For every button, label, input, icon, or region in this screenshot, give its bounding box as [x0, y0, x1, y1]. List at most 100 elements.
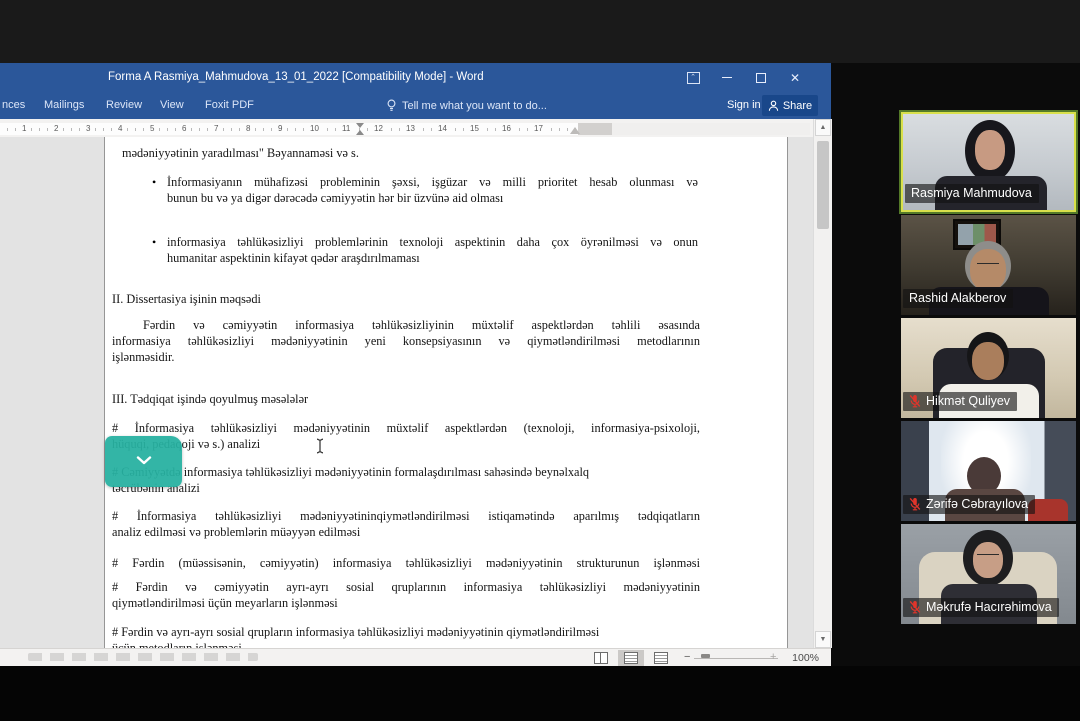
- participant-tile[interactable]: Məkrufə Hacırəhimova: [901, 524, 1076, 624]
- scroll-up-button[interactable]: ▲: [815, 119, 831, 136]
- print-layout-button[interactable]: [618, 650, 644, 666]
- doc-line: humanitar aspektinin kifayət qədər araşd…: [167, 251, 420, 266]
- share-label: Share: [783, 100, 812, 112]
- ruler-number: 11: [340, 124, 352, 134]
- bottom-black-strip: [0, 666, 1080, 721]
- text-cursor: [315, 438, 325, 454]
- read-mode-icon: [594, 652, 608, 664]
- participant-name: Hikmət Quliyev: [926, 394, 1010, 408]
- participant-tile[interactable]: Hikmət Quliyev: [901, 318, 1076, 418]
- tab-review[interactable]: Review: [106, 99, 142, 111]
- ruler-number: 12: [372, 124, 385, 134]
- bullet-glyph: •: [152, 175, 156, 190]
- participant-tile[interactable]: Rashid Alakberov: [901, 215, 1076, 315]
- title-bar: Forma A Rasmiya_Mahmudova_13_01_2022 [Co…: [0, 63, 831, 92]
- tab-view[interactable]: View: [160, 99, 184, 111]
- tab-references-partial[interactable]: nces: [2, 99, 25, 111]
- indent-marker-icon[interactable]: [356, 123, 364, 128]
- annotation-popup[interactable]: [105, 436, 182, 487]
- right-indent-marker-icon[interactable]: [570, 127, 580, 134]
- scrollbar-thumb[interactable]: [817, 141, 829, 229]
- minimize-button[interactable]: [710, 63, 744, 92]
- print-layout-icon: [624, 652, 638, 664]
- doc-line: # Fərdin və ayrı-ayrı sosial qrupların i…: [112, 625, 599, 640]
- ribbon-display-options-button[interactable]: ⌃: [676, 63, 710, 92]
- doc-line: # Cəmiyyətdə informasiya təhlükəsizliyi …: [112, 465, 589, 480]
- scroll-down-icon: ▼: [820, 636, 827, 643]
- participant-face: [973, 542, 1003, 578]
- participant-name-label: Məkrufə Hacırəhimova: [903, 598, 1059, 617]
- participant-face: [970, 249, 1006, 291]
- doc-line: Fərdin və cəmiyyətin informasiya təhlükə…: [143, 318, 700, 333]
- web-layout-button[interactable]: [648, 650, 674, 666]
- scroll-up-icon: ▲: [820, 124, 827, 131]
- glasses: [977, 554, 999, 559]
- ruler-number: 6: [180, 124, 188, 134]
- close-button[interactable]: ✕: [778, 63, 812, 92]
- ruler-number: 15: [468, 124, 481, 134]
- sign-in-button[interactable]: Sign in: [727, 99, 761, 111]
- status-bar: − + 100%: [0, 648, 831, 666]
- screen: Forma A Rasmiya_Mahmudova_13_01_2022 [Co…: [0, 0, 1080, 721]
- share-button[interactable]: Share: [762, 95, 818, 116]
- minimize-icon: [722, 77, 732, 78]
- doc-line: analiz edilməsi və problemlərin müəyyən …: [112, 525, 360, 540]
- participant-name: Zərifə Cəbrayılova: [926, 497, 1028, 511]
- restore-icon: [756, 73, 766, 83]
- zoom-in-button[interactable]: +: [770, 651, 776, 664]
- ruler-margin-zone: [578, 123, 612, 135]
- ribbon-tab-row: nces Mailings Review View Foxit PDF Tell…: [0, 92, 831, 119]
- scroll-down-button[interactable]: ▼: [815, 631, 831, 648]
- participant-face: [972, 342, 1004, 380]
- doc-line: # İnformasiya təhlükəsizliyi mədəniyyəti…: [112, 421, 700, 436]
- tab-foxit-pdf[interactable]: Foxit PDF: [205, 99, 254, 111]
- doc-line: informasiya təhlükəsizliyi problemlərini…: [167, 235, 698, 250]
- ruler-tail: [612, 123, 810, 135]
- top-black-strip: [0, 0, 1080, 63]
- ruler-number: 14: [436, 124, 449, 134]
- zoom-level[interactable]: 100%: [792, 652, 819, 664]
- participant-name-label: Hikmət Quliyev: [903, 392, 1017, 411]
- muted-mic-icon: [909, 497, 921, 511]
- doc-line: işlənməsidir.: [112, 350, 175, 365]
- ruler-number: 9: [276, 124, 284, 134]
- vertical-scrollbar[interactable]: ▲ ▼: [813, 119, 832, 648]
- close-icon: ✕: [790, 71, 800, 85]
- zoom-slider-thumb[interactable]: [701, 654, 710, 658]
- read-mode-button[interactable]: [588, 650, 614, 666]
- ruler-number: 3: [84, 124, 92, 134]
- doc-line: mədəniyyətinin yaradılması" Bəyannaməsi …: [122, 146, 359, 161]
- doc-line: # Fərdin və cəmiyyətin ayrı-ayrı sosial …: [112, 580, 700, 595]
- participant-tile[interactable]: Zərifə Cəbrayılova: [901, 421, 1076, 521]
- status-info-blur: [28, 653, 258, 661]
- participant-name-label: Zərifə Cəbrayılova: [903, 495, 1035, 514]
- participant-name-label: Rashid Alakberov: [903, 289, 1013, 308]
- ribbon-display-options-icon: ⌃: [687, 72, 700, 84]
- glasses: [977, 263, 999, 268]
- zoom-slider-track[interactable]: [694, 658, 778, 659]
- doc-line: qiymətləndirilməsi üçün meyarların işlən…: [112, 596, 338, 611]
- ruler-number: 4: [116, 124, 124, 134]
- ruler-number: 13: [404, 124, 417, 134]
- participant-face: [975, 130, 1005, 170]
- doc-line: bunun bu və ya digər dərəcədə cəmiyyətin…: [167, 191, 503, 206]
- doc-heading: II. Dissertasiya işinin məqsədi: [112, 292, 261, 307]
- muted-mic-icon: [909, 394, 921, 408]
- ruler-number: 16: [500, 124, 513, 134]
- participant-tile[interactable]: Rasmiya Mahmudova: [901, 112, 1076, 212]
- ruler-number: 7: [212, 124, 220, 134]
- ruler-number: 2: [52, 124, 60, 134]
- participant-name: Rashid Alakberov: [909, 291, 1006, 305]
- horizontal-ruler[interactable]: 1234567891011121314151617: [0, 123, 810, 135]
- window-title: Forma A Rasmiya_Mahmudova_13_01_2022 [Co…: [108, 71, 484, 83]
- bullet-glyph: •: [152, 235, 156, 250]
- tab-mailings[interactable]: Mailings: [44, 99, 84, 111]
- muted-mic-icon: [909, 600, 921, 614]
- zoom-out-button[interactable]: −: [684, 651, 690, 664]
- restore-button[interactable]: [744, 63, 778, 92]
- ruler-number: 1: [20, 124, 28, 134]
- tell-me-box[interactable]: Tell me what you want to do...: [386, 99, 547, 112]
- share-person-icon: [768, 100, 779, 112]
- ruler-row: 1234567891011121314151617: [0, 119, 813, 138]
- doc-line: İnformasiyanın mühafizəsi probleminin şə…: [167, 175, 698, 190]
